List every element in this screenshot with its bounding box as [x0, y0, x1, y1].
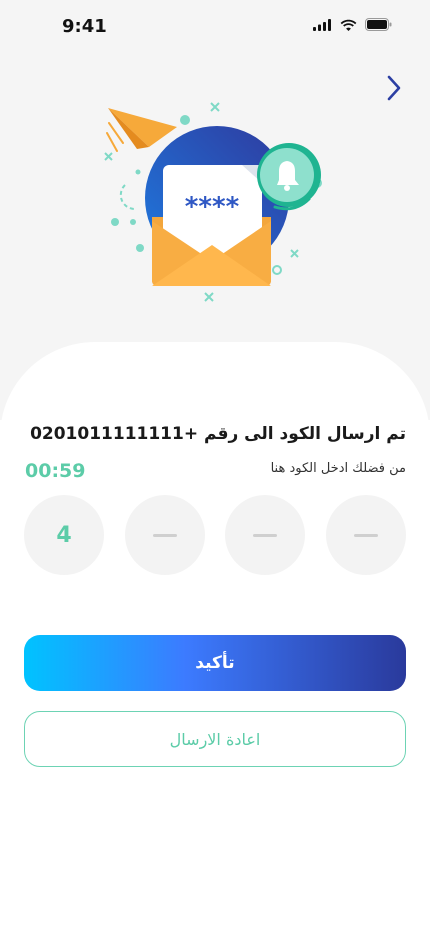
- countdown-timer: 00:59: [25, 460, 86, 482]
- back-button[interactable]: [378, 70, 410, 106]
- otp-placeholder-dash: [253, 533, 277, 537]
- verification-illustration: ****: [95, 95, 335, 315]
- otp-box-1[interactable]: [326, 495, 406, 575]
- signal-icon: [313, 18, 331, 31]
- paper-plane-icon: [106, 108, 177, 152]
- otp-placeholder-dash: [354, 533, 378, 537]
- otp-box-3[interactable]: [125, 495, 205, 575]
- confirm-button[interactable]: تأكيد: [24, 635, 406, 691]
- wifi-icon: [340, 19, 357, 31]
- otp-placeholder-dash: [153, 533, 177, 537]
- status-time: 9:41: [62, 16, 107, 37]
- status-bar: 9:41: [0, 0, 430, 54]
- otp-input-row: 4: [24, 495, 406, 575]
- code-sent-title: تم ارسال الكود الى رقم +0201011111111: [30, 424, 406, 444]
- code-mask-text: ****: [185, 192, 240, 222]
- battery-icon: [365, 18, 392, 31]
- chevron-right-icon: [387, 75, 401, 101]
- otp-digit: 4: [56, 522, 72, 548]
- otp-box-2[interactable]: [225, 495, 305, 575]
- resend-button[interactable]: اعادة الارسال: [24, 711, 406, 767]
- enter-code-subtitle: من فضلك ادخل الكود هنا: [270, 461, 406, 476]
- otp-box-4[interactable]: 4: [24, 495, 104, 575]
- status-icons: [313, 18, 392, 31]
